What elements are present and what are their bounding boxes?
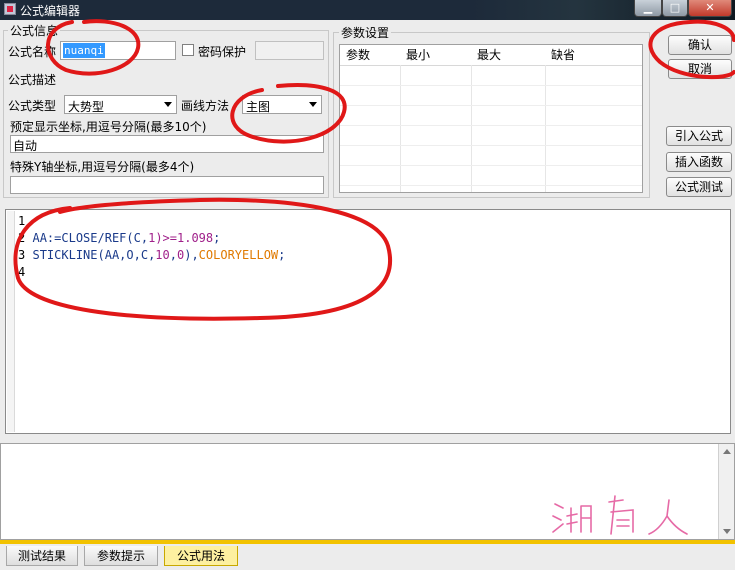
- password-input[interactable]: [255, 41, 324, 60]
- tab-formula-usage[interactable]: 公式用法: [164, 546, 238, 566]
- type-label: 公式类型: [8, 99, 57, 113]
- code-line-4: 4: [18, 265, 26, 279]
- coords-value: 自动: [13, 139, 38, 153]
- code-editor[interactable]: 1 2 AA:=CLOSE/REF(C,1)>=1.098; 3 STICKLI…: [5, 209, 731, 434]
- output-scrollbar[interactable]: [718, 444, 734, 539]
- column-header-min: 最小: [400, 45, 478, 66]
- password-label: 密码保护: [198, 45, 247, 59]
- title-bar[interactable]: [0, 0, 735, 20]
- app-icon: [4, 3, 16, 15]
- chevron-down-icon: [309, 102, 317, 107]
- formula-info-legend: 公式信息: [8, 22, 61, 39]
- formula-name-input[interactable]: nuanqi: [60, 41, 176, 60]
- coords-input[interactable]: 自动: [10, 135, 324, 153]
- handwritten-signature: [552, 495, 688, 535]
- code-line-1: 1: [18, 214, 26, 228]
- params-legend: 参数设置: [339, 24, 392, 41]
- minimize-button[interactable]: ▁: [634, 0, 662, 17]
- insert-function-button[interactable]: 插入函数: [666, 152, 732, 172]
- close-button[interactable]: ✕: [688, 0, 732, 17]
- draw-method-value: 主图: [246, 100, 271, 114]
- formula-type-select[interactable]: 大势型: [64, 95, 177, 114]
- params-table[interactable]: 参数 最小 最大 缺省: [339, 44, 643, 193]
- test-formula-button[interactable]: 公式测试: [666, 177, 732, 197]
- draw-method-select[interactable]: 主图: [242, 95, 322, 114]
- minimize-icon: ▁: [643, 1, 653, 14]
- cancel-button[interactable]: 取消: [668, 59, 732, 79]
- yaxis-input[interactable]: [10, 176, 324, 194]
- column-header-default: 缺省: [545, 45, 642, 66]
- coords-label: 预定显示坐标,用逗号分隔(最多10个): [10, 120, 207, 134]
- column-header-max: 最大: [471, 45, 552, 66]
- close-icon: ✕: [705, 1, 715, 14]
- scroll-down-icon[interactable]: [723, 529, 731, 534]
- tab-param-hints[interactable]: 参数提示: [84, 546, 158, 566]
- code-line-2: 2 AA:=CLOSE/REF(C,1)>=1.098;: [18, 231, 221, 245]
- editor-gutter: [7, 211, 15, 432]
- chevron-down-icon: [164, 102, 172, 107]
- maximize-button[interactable]: □: [662, 0, 688, 17]
- maximize-icon: □: [669, 1, 681, 14]
- draw-method-label: 画线方法: [181, 99, 230, 113]
- tab-test-results[interactable]: 测试结果: [6, 546, 78, 566]
- tab-accent-line: [0, 540, 735, 544]
- password-checkbox[interactable]: [182, 44, 194, 56]
- window-title: 公式编辑器: [20, 4, 81, 18]
- confirm-button[interactable]: 确认: [668, 35, 732, 55]
- import-formula-button[interactable]: 引入公式: [666, 126, 732, 146]
- formula-type-value: 大势型: [68, 100, 105, 114]
- output-pane[interactable]: [0, 443, 735, 540]
- name-label: 公式名称: [8, 45, 57, 59]
- scroll-up-icon[interactable]: [723, 449, 731, 454]
- formula-name-value: nuanqi: [63, 43, 105, 58]
- code-line-3: 3 STICKLINE(AA,O,C,10,0),COLORYELLOW;: [18, 248, 286, 262]
- column-header-param: 参数: [340, 45, 407, 66]
- yaxis-label: 特殊Y轴坐标,用逗号分隔(最多4个): [10, 160, 195, 174]
- desc-label: 公式描述: [8, 73, 57, 87]
